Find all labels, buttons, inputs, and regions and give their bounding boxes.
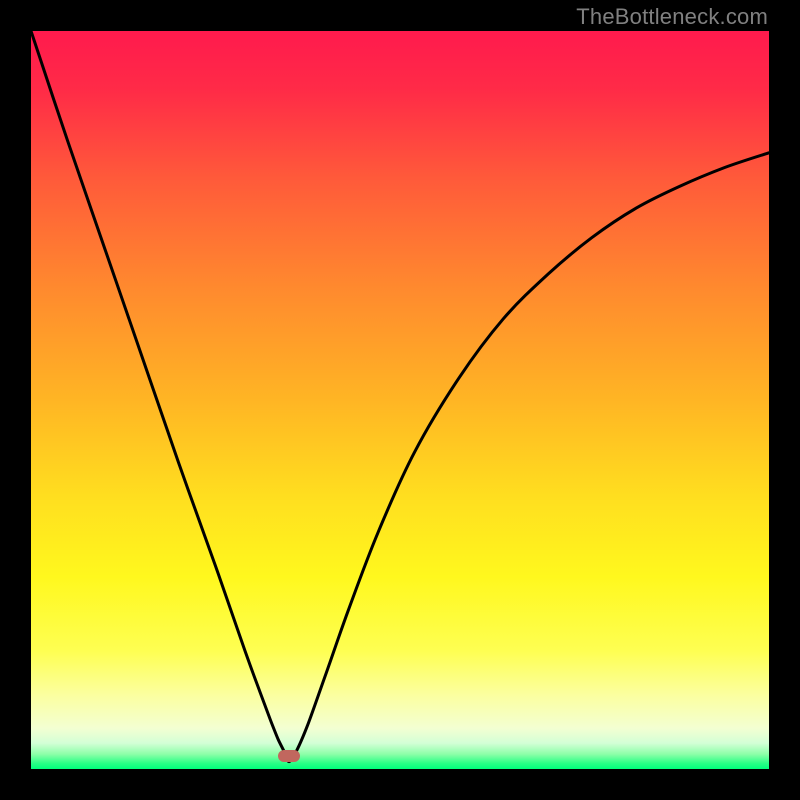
chart-frame [31, 31, 769, 769]
optimal-point-marker [278, 750, 300, 762]
bottleneck-curve [31, 31, 769, 769]
watermark-text: TheBottleneck.com [576, 4, 768, 30]
